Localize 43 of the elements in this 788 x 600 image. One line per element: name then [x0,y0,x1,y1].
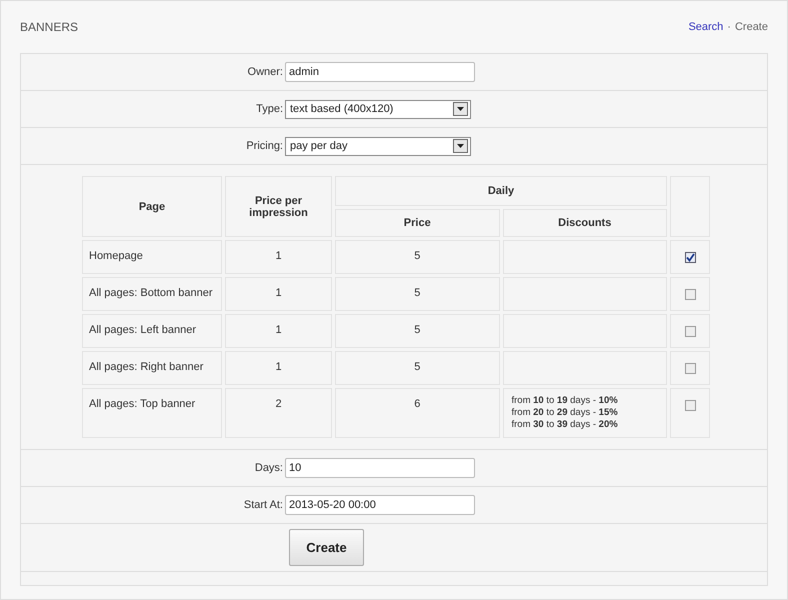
table-cell: 1 [225,351,332,385]
table-cell: 1 [225,277,332,311]
checkbox[interactable] [684,326,696,337]
discount-text: from 20 to 29 days - 15% [512,407,619,419]
table-cell: 1 [225,240,332,274]
field-label: Type: [255,103,284,115]
search-link[interactable]: Search [688,21,724,33]
table-cell: All pages: Left banner [82,314,222,348]
table-cell: Homepage [82,240,222,274]
table-cell: All pages: Bottom banner [82,277,222,311]
checkbox[interactable] [684,252,696,263]
input-field[interactable]: 2013-05-20 00:00 [285,495,475,515]
table-cell: 1 [225,314,332,348]
checkbox[interactable] [684,289,696,300]
table-cell: 5 [335,351,500,385]
field-label: Owner: [246,66,284,78]
table-cell: 5 [335,314,500,348]
input-field[interactable]: admin [285,62,475,82]
create-label: Create [734,21,768,33]
field-label: Start At: [242,499,284,511]
field-label: Days: [254,462,284,474]
checkbox[interactable] [684,363,696,374]
create-button[interactable]: Create [289,529,364,566]
table-cell: 5 [335,240,500,274]
link-separator: · [727,21,731,33]
column-header: Page [82,176,222,237]
field-label: Pricing: [245,140,284,152]
input-field[interactable]: 10 [285,458,475,478]
table-cell: All pages: Top banner [82,388,222,438]
discount-text: from 10 to 19 days - 10% [512,395,619,407]
page-title: BANNERS [20,20,78,34]
discount-text: from 30 to 39 days - 20% [512,419,619,431]
table-cell: 6 [335,388,500,438]
table-cell: 5 [335,277,500,311]
table-cell: 2 [225,388,332,438]
column-header: Price [335,209,500,237]
table-cell: All pages: Right banner [82,351,222,385]
column-header: Price per impression [225,176,332,237]
column-group-header: Daily [335,176,667,206]
checkbox[interactable] [684,400,696,411]
column-header: Discounts [502,209,667,237]
dropdown-select[interactable]: pay per day [285,136,471,156]
dropdown-select[interactable]: text based (400x120) [285,100,471,118]
